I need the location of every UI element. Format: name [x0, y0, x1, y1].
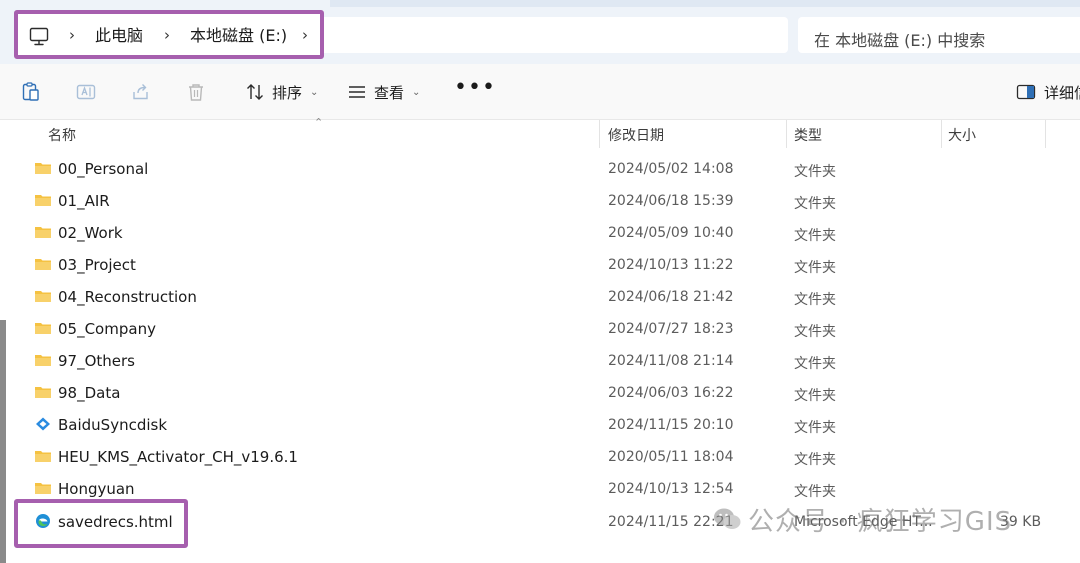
sort-button[interactable]: 排序 ⌄ — [244, 78, 318, 106]
file-type: 文件夹 — [794, 228, 836, 244]
folder-icon — [35, 483, 51, 494]
file-row[interactable]: 02_Work 2024/05/09 10:40 文件夹 — [0, 217, 1080, 249]
column-header-type[interactable]: 类型 — [794, 125, 822, 145]
column-header-row: ⌃ 名称 修改日期 类型 大小 — [0, 116, 1080, 150]
paste-icon[interactable] — [20, 81, 42, 103]
file-date: 2024/11/08 21:14 — [608, 353, 734, 369]
file-type: 文件夹 — [794, 292, 836, 308]
title-strip — [330, 0, 1080, 7]
view-label: 查看 — [374, 83, 405, 102]
file-name: Hongyuan — [58, 480, 135, 498]
file-date: 2024/07/27 18:23 — [608, 321, 734, 337]
file-row[interactable]: 00_Personal 2024/05/02 14:08 文件夹 — [0, 153, 1080, 185]
file-name: 01_AIR — [58, 192, 110, 210]
column-header-name[interactable]: 名称 — [48, 125, 76, 145]
baidu-sync-icon — [36, 417, 50, 431]
chevron-right-icon[interactable]: › — [159, 26, 175, 44]
watermark-text: 公众号 · 疯狂学习GIS — [748, 506, 1013, 537]
delete-icon[interactable] — [185, 81, 207, 103]
column-divider[interactable] — [941, 120, 942, 148]
file-name: 00_Personal — [58, 160, 149, 178]
file-date: 2024/10/13 11:22 — [608, 257, 734, 273]
folder-icon — [35, 451, 51, 462]
chevron-down-icon: ⌄ — [412, 86, 421, 98]
column-divider[interactable] — [599, 120, 600, 148]
view-icon — [349, 86, 365, 98]
file-type: 文件夹 — [794, 356, 836, 372]
folder-icon — [35, 163, 51, 174]
details-pane-label: 详细信 — [1044, 83, 1080, 102]
details-pane-button[interactable]: 详细信 — [1016, 78, 1080, 106]
file-type: 文件夹 — [794, 420, 836, 436]
sort-ascending-icon: ⌃ — [314, 116, 324, 129]
folder-icon — [35, 291, 51, 302]
file-type: 文件夹 — [794, 484, 836, 500]
search-input[interactable]: 在 本地磁盘 (E:) 中搜索 — [798, 17, 1080, 53]
rename-icon[interactable] — [75, 81, 97, 103]
file-date: 2024/11/15 20:10 — [608, 417, 734, 433]
file-type: 文件夹 — [794, 260, 836, 276]
file-name: 02_Work — [58, 224, 123, 242]
details-pane-icon — [1016, 84, 1036, 100]
folder-icon — [35, 195, 51, 206]
address-bar-empty-area[interactable] — [324, 17, 788, 53]
file-name: 98_Data — [58, 384, 121, 402]
column-header-size[interactable]: 大小 — [948, 125, 976, 145]
folder-icon — [35, 323, 51, 334]
file-type: 文件夹 — [794, 196, 836, 212]
view-button[interactable]: 查看 ⌄ — [346, 78, 420, 106]
highlight-annotation — [14, 499, 188, 548]
command-bar: 排序 ⌄ 查看 ⌄ ••• 详细信 — [0, 64, 1080, 120]
this-pc-icon[interactable] — [28, 25, 50, 47]
file-date: 2020/05/11 18:04 — [608, 449, 734, 465]
breadcrumb-item-drive-e[interactable]: 本地磁盘 (E:) — [190, 27, 287, 45]
sort-icon — [247, 84, 263, 100]
file-row[interactable]: 03_Project 2024/10/13 11:22 文件夹 — [0, 249, 1080, 281]
file-name: 05_Company — [58, 320, 156, 338]
file-row[interactable]: 01_AIR 2024/06/18 15:39 文件夹 — [0, 185, 1080, 217]
chevron-right-icon[interactable]: › — [297, 26, 313, 44]
file-name: 97_Others — [58, 352, 135, 370]
address-bar-region: › 此电脑 › 本地磁盘 (E:) › 在 本地磁盘 (E:) 中搜索 — [0, 0, 1080, 64]
file-date: 2024/06/03 16:22 — [608, 385, 734, 401]
file-row[interactable]: BaiduSyncdisk 2024/11/15 20:10 文件夹 — [0, 409, 1080, 441]
file-type: 文件夹 — [794, 388, 836, 404]
file-row[interactable]: HEU_KMS_Activator_CH_v19.6.1 2020/05/11 … — [0, 441, 1080, 473]
breadcrumb-item-this-pc[interactable]: 此电脑 — [95, 27, 143, 45]
file-name: BaiduSyncdisk — [58, 416, 168, 434]
file-row[interactable]: 97_Others 2024/11/08 21:14 文件夹 — [0, 345, 1080, 377]
chevron-right-icon[interactable]: › — [64, 26, 80, 44]
file-type: 文件夹 — [794, 452, 836, 468]
folder-icon — [35, 227, 51, 238]
folder-icon — [35, 355, 51, 366]
watermark: 公众号 · 疯狂学习GIS — [712, 499, 1012, 539]
file-date: 2024/05/02 14:08 — [608, 161, 734, 177]
file-row[interactable]: 04_Reconstruction 2024/06/18 21:42 文件夹 — [0, 281, 1080, 313]
file-row[interactable]: 05_Company 2024/07/27 18:23 文件夹 — [0, 313, 1080, 345]
breadcrumb[interactable]: › 此电脑 › 本地磁盘 (E:) › — [14, 10, 324, 59]
file-row[interactable]: 98_Data 2024/06/03 16:22 文件夹 — [0, 377, 1080, 409]
file-name: 03_Project — [58, 256, 136, 274]
file-type: 文件夹 — [794, 324, 836, 340]
file-name: HEU_KMS_Activator_CH_v19.6.1 — [58, 448, 298, 466]
share-icon[interactable] — [130, 81, 152, 103]
file-type: 文件夹 — [794, 164, 836, 180]
file-date: 2024/06/18 21:42 — [608, 289, 734, 305]
column-divider[interactable] — [1045, 120, 1046, 148]
more-options-button[interactable]: ••• — [454, 77, 496, 99]
file-date: 2024/05/09 10:40 — [608, 225, 734, 241]
sort-label: 排序 — [272, 83, 303, 102]
file-name: 04_Reconstruction — [58, 288, 197, 306]
wechat-icon — [714, 508, 741, 529]
file-date: 2024/06/18 15:39 — [608, 193, 734, 209]
file-date: 2024/10/13 12:54 — [608, 481, 734, 497]
folder-icon — [35, 259, 51, 270]
chevron-down-icon: ⌄ — [310, 86, 319, 98]
folder-icon — [35, 387, 51, 398]
column-divider[interactable] — [786, 120, 787, 148]
column-header-date[interactable]: 修改日期 — [608, 125, 664, 145]
